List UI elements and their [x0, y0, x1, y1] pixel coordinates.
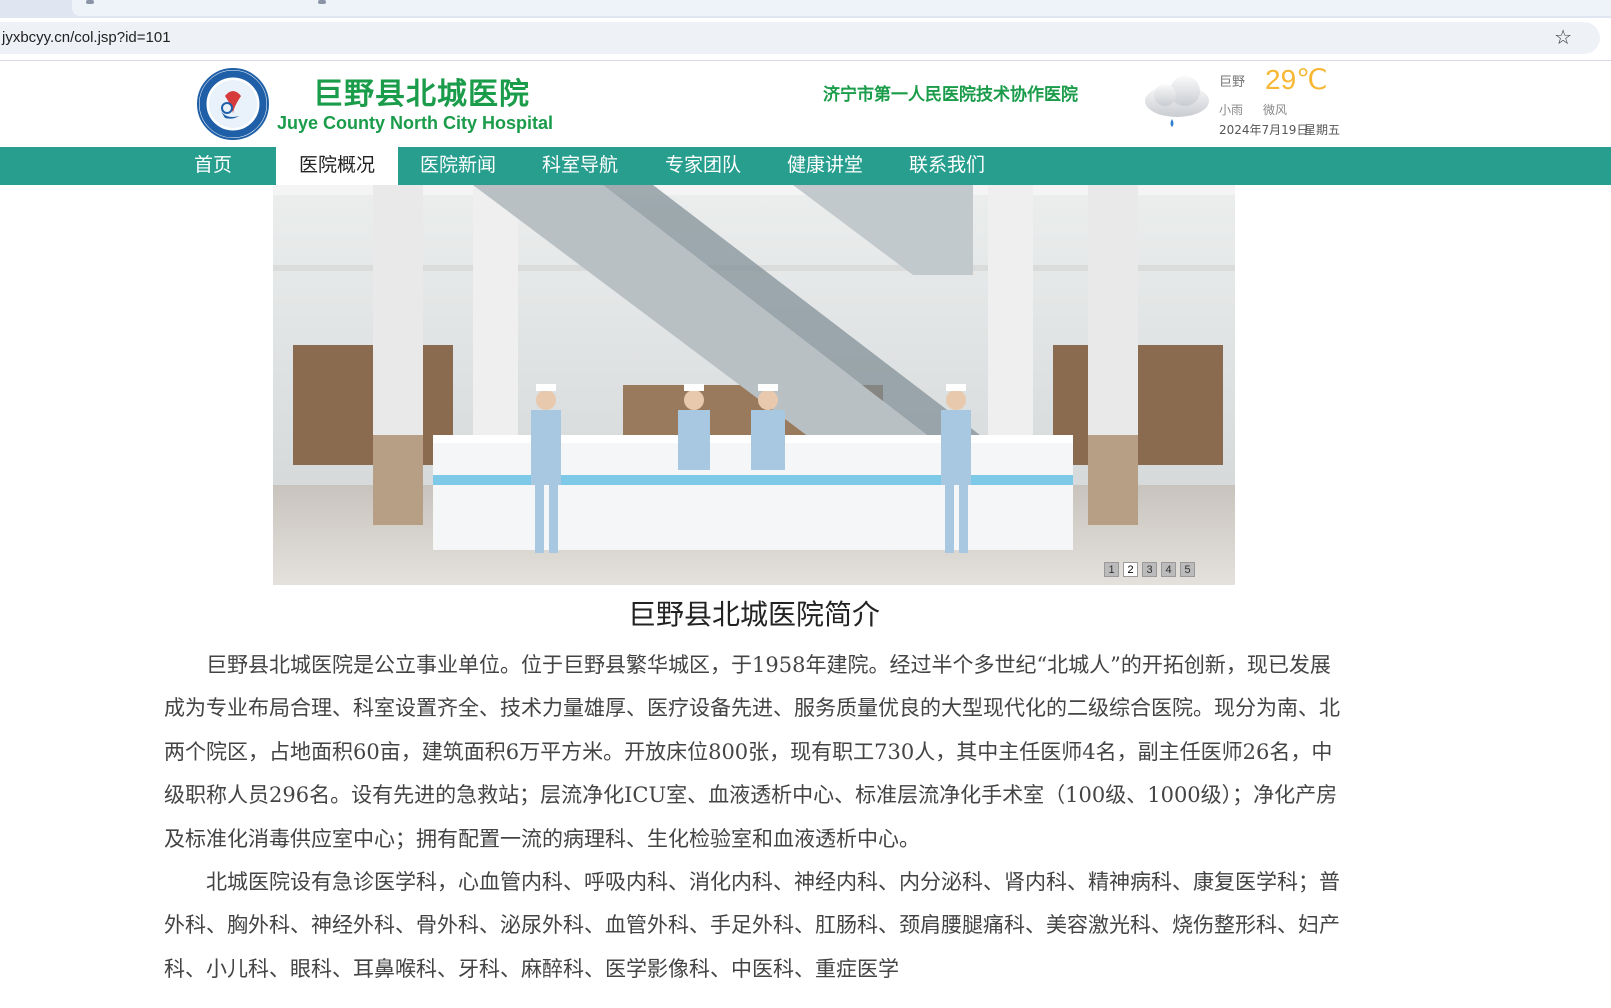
nav-item-news[interactable]: 医院新闻	[398, 147, 518, 185]
nav-item-experts[interactable]: 专家团队	[643, 147, 763, 185]
weather-date: 2024年7月19日	[1219, 123, 1309, 137]
pager-button[interactable]: 1	[1104, 562, 1119, 577]
cloud-rain-icon	[1145, 76, 1209, 127]
pager-button-active[interactable]: 2	[1123, 562, 1138, 577]
hospital-logo[interactable]	[197, 68, 269, 140]
nav-item-contact[interactable]: 联系我们	[887, 147, 1007, 185]
pager-button[interactable]: 3	[1142, 562, 1157, 577]
article-title: 巨野县北城医院简介	[627, 598, 880, 631]
browser-tab-active[interactable]	[72, 0, 1611, 16]
partner-hospital-text: 济宁市第一人民医院技术协作医院	[823, 85, 1078, 104]
main-nav: 首页 医院概况 医院新闻 科室导航 专家团队 健康讲堂 联系我们	[0, 147, 1611, 185]
nav-item-home[interactable]: 首页	[153, 147, 273, 185]
banner-slideshow[interactable]: 1 2 3 4 5	[273, 185, 1235, 585]
pager-button[interactable]: 4	[1161, 562, 1176, 577]
url-text[interactable]: jyxbcyy.cn/col.jsp?id=101	[2, 29, 171, 46]
article-paragraph: 北城医院设有急诊医学科，心血管内科、呼吸内科、消化内科、神经内科、内分泌科、肾内…	[164, 870, 1340, 981]
pager-button[interactable]: 5	[1180, 562, 1195, 577]
tab-strip	[0, 0, 1611, 18]
slideshow-pager: 1 2 3 4 5	[1104, 562, 1195, 577]
weather-temperature: 29℃	[1265, 64, 1328, 95]
bookmark-star-icon[interactable]: ☆	[1554, 25, 1572, 49]
article-body: 巨野县北城医院是公立事业单位。位于巨野县繁华城区，于1958年建院。经过半个多世…	[164, 644, 1348, 991]
site-header: 巨野县北城医院 Juye County North City Hospital …	[0, 61, 1611, 147]
weather-wind: 微风	[1263, 103, 1288, 117]
tab-favicon-icon	[86, 0, 94, 4]
nav-item-health-lectures[interactable]: 健康讲堂	[765, 147, 885, 185]
site-title-english[interactable]: Juye County North City Hospital	[277, 113, 553, 134]
site-title[interactable]: 巨野县北城医院	[313, 69, 530, 113]
hospital-lobby-photo	[273, 185, 1235, 585]
nav-item-overview[interactable]: 医院概况	[276, 147, 398, 185]
weather-city: 巨野	[1219, 75, 1246, 90]
tab-favicon-icon	[318, 0, 326, 4]
weather-weekday: 星期五	[1304, 123, 1341, 137]
weather-condition: 小雨	[1219, 103, 1244, 117]
nav-item-departments[interactable]: 科室导航	[520, 147, 640, 185]
address-bar[interactable]: jyxbcyy.cn/col.jsp?id=101 ☆	[0, 22, 1600, 54]
article-paragraph: 巨野县北城医院是公立事业单位。位于巨野县繁华城区，于1958年建院。经过半个多世…	[164, 653, 1340, 851]
